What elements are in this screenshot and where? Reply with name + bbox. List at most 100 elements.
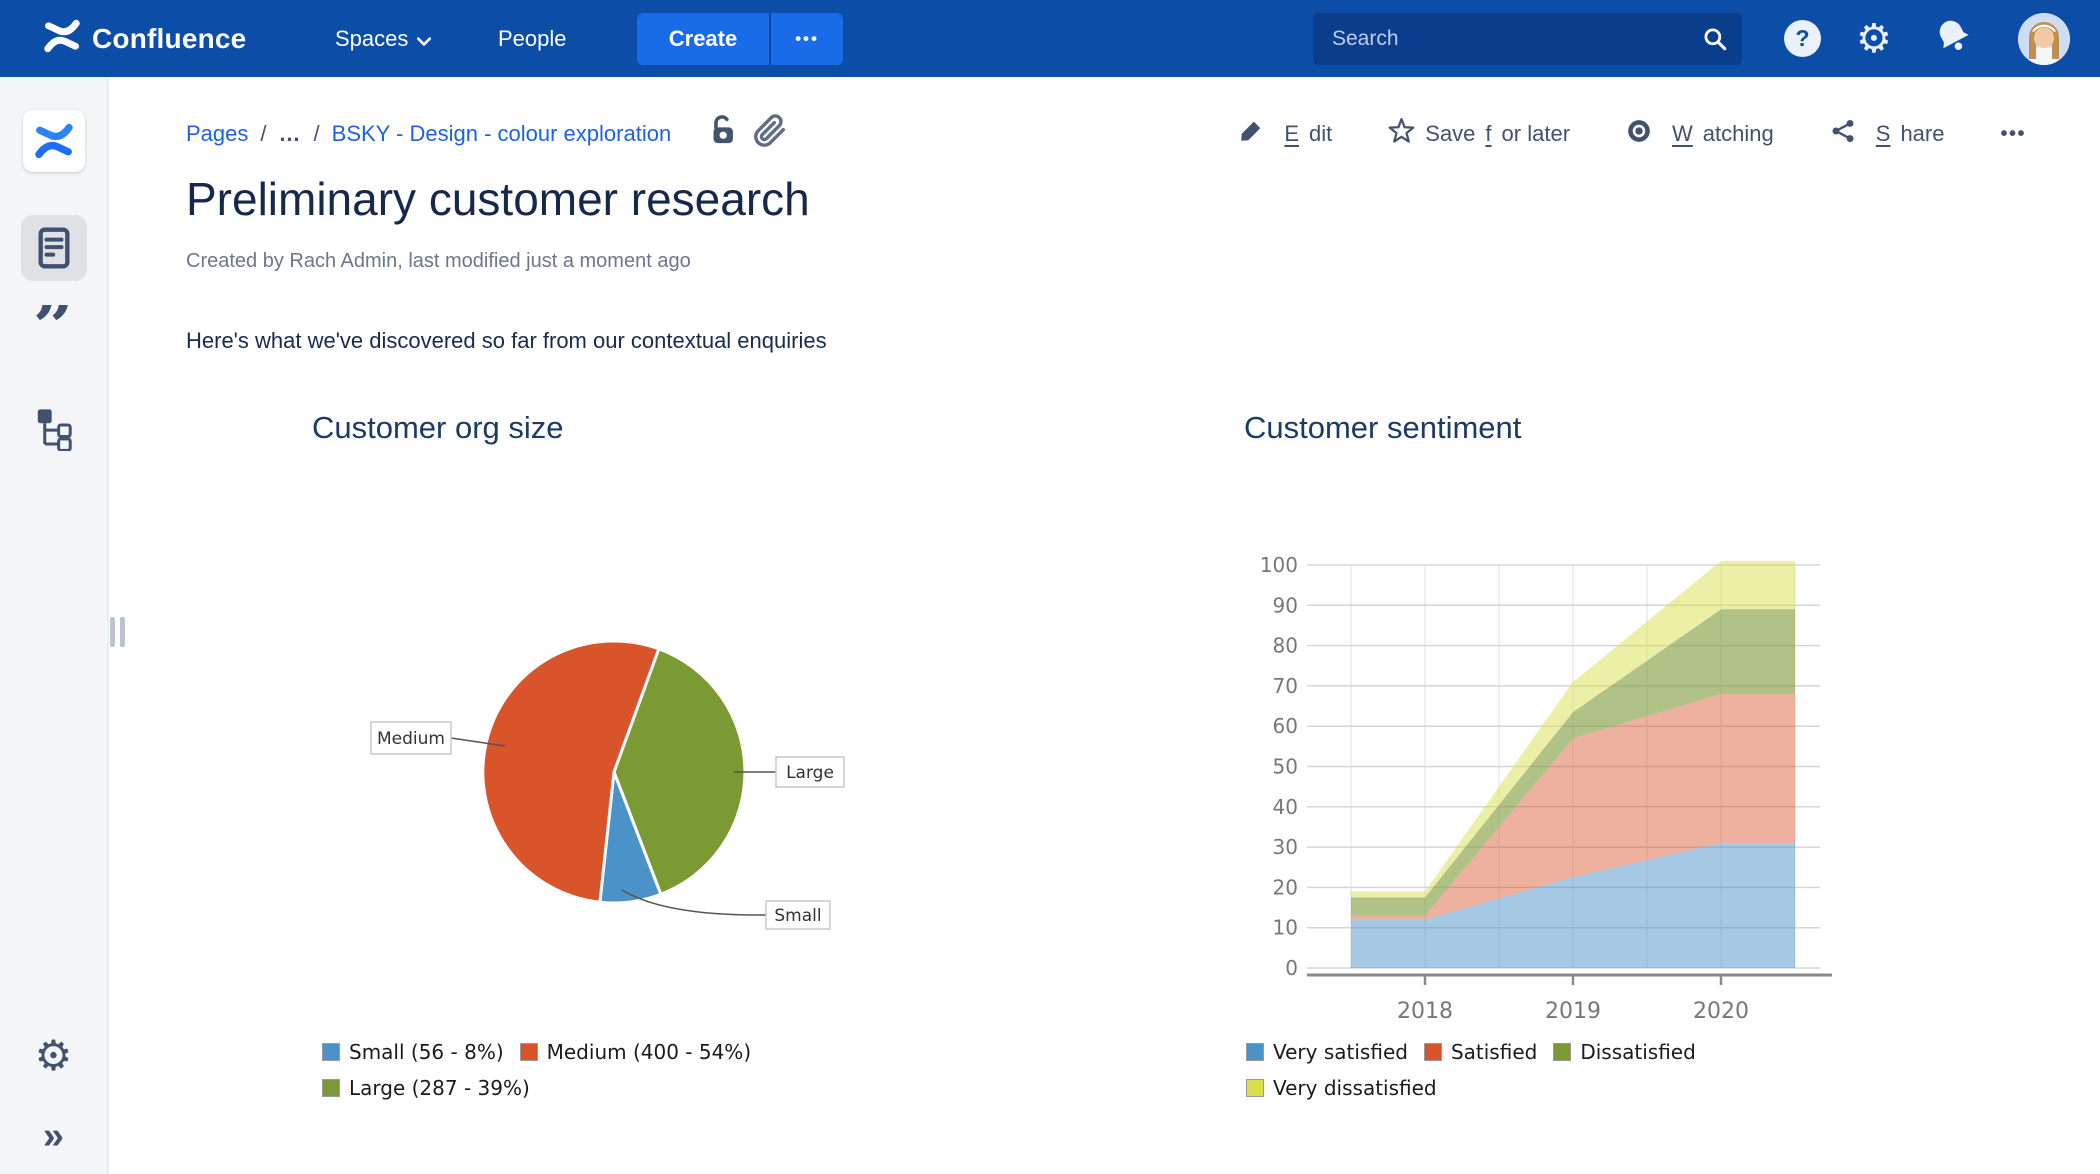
document-icon [20, 215, 87, 281]
legend-item: Very satisfied [1246, 1040, 1408, 1064]
breadcrumb-current-page-link[interactable]: BSKY - Design - colour exploration [332, 121, 672, 147]
notifications-button[interactable] [1934, 0, 1972, 77]
legend-label: Dissatisfied [1580, 1040, 1696, 1064]
paperclip-icon[interactable] [753, 113, 787, 155]
y-tick-label: 70 [1273, 674, 1298, 698]
quote-icon: ” [32, 305, 75, 355]
pencil-icon [1238, 118, 1264, 150]
area-chart-legend: Very satisfied Satisfied Dissatisfied Very … [1246, 1040, 1716, 1112]
x-tick-label: 2019 [1545, 999, 1601, 1024]
area-chart-title: Customer sentiment [1244, 410, 1522, 445]
legend-swatch [322, 1079, 340, 1097]
legend-item: Medium (400 - 54%) [519, 1040, 752, 1064]
share-button[interactable]: Share [1830, 118, 1944, 150]
legend-label: Large (287 - 39%) [349, 1076, 530, 1100]
hierarchy-icon [33, 407, 75, 456]
save-for-later-button[interactable]: Save f or later [1388, 117, 1570, 151]
breadcrumb-ellipsis[interactable]: … [279, 121, 302, 147]
create-split-button: Create ••• [637, 13, 843, 65]
callout-label: Small [774, 906, 821, 926]
star-icon [1388, 117, 1415, 151]
user-avatar[interactable] [2018, 0, 2070, 77]
legend-item: Small (56 - 8%) [322, 1040, 504, 1064]
people-label: People [498, 25, 567, 51]
sidebar-item-page-tree[interactable] [0, 407, 107, 456]
breadcrumb-pages-link[interactable]: Pages [186, 121, 248, 147]
legend-swatch [1246, 1043, 1264, 1061]
space-logo-button[interactable] [0, 110, 107, 172]
sidebar-resize-handle[interactable] [110, 617, 126, 647]
legend-swatch [1423, 1043, 1442, 1061]
space-settings-button[interactable]: ⚙ [0, 1035, 107, 1077]
brand-name: Confluence [92, 22, 247, 54]
gear-icon: ⚙ [34, 1031, 73, 1080]
watching-button[interactable]: Watching [1626, 118, 1774, 150]
sidebar-item-pages[interactable] [0, 215, 107, 281]
confluence-app: Confluence Spaces People Create ••• Sear… [0, 0, 2100, 1174]
y-tick-label: 20 [1273, 875, 1298, 899]
x-tick-label: 2020 [1693, 999, 1749, 1024]
top-navigation-bar: Confluence Spaces People Create ••• Sear… [0, 0, 2100, 77]
legend-item: Dissatisfied [1553, 1040, 1696, 1064]
create-more-button[interactable]: ••• [771, 13, 843, 65]
more-actions-button[interactable]: ••• [2000, 123, 2026, 146]
expand-sidebar-button[interactable]: » [0, 1117, 107, 1155]
double-chevron-right-icon: » [42, 1115, 65, 1157]
search-input[interactable] [1313, 13, 1702, 65]
legend-label: Very dissatisfied [1273, 1076, 1437, 1100]
unlock-icon[interactable] [705, 112, 739, 156]
bell-icon [1934, 17, 1972, 60]
stacked-area-chart: 0 10 20 30 40 50 60 70 80 90 100 2018 2019 2020 [1260, 553, 1832, 1024]
legend-label: Small (56 - 8%) [349, 1040, 504, 1064]
space-logo-icon [22, 110, 85, 172]
y-tick-label: 80 [1273, 634, 1298, 658]
y-tick-label: 10 [1273, 916, 1298, 940]
share-icon [1830, 118, 1856, 150]
create-button[interactable]: Create [637, 13, 769, 65]
breadcrumb: Pages / … / BSKY - Design - colour explo… [186, 112, 787, 156]
legend-swatch [1553, 1043, 1572, 1061]
legend-item: Large (287 - 39%) [322, 1076, 530, 1100]
search-icon[interactable] [1702, 26, 1728, 52]
legend-label: Satisfied [1450, 1040, 1538, 1064]
space-sidebar: ” ⚙ » [0, 77, 109, 1174]
y-tick-label: 30 [1273, 835, 1298, 859]
x-tick-label: 2018 [1397, 999, 1453, 1024]
y-tick-label: 90 [1273, 593, 1298, 617]
sidebar-item-blog[interactable]: ” [0, 305, 107, 355]
people-menu[interactable]: People [498, 0, 567, 77]
spaces-label: Spaces [335, 25, 409, 51]
pie-chart-title: Customer org size [312, 410, 564, 445]
legend-label: Medium (400 - 54%) [546, 1040, 752, 1064]
callout-label: Large [786, 763, 834, 783]
y-tick-label: 0 [1285, 956, 1298, 980]
avatar-image [2018, 12, 2070, 65]
legend-swatch [1246, 1079, 1264, 1097]
legend-swatch [519, 1043, 538, 1061]
breadcrumb-separator: / [260, 121, 267, 146]
page-actions: Edit Save f or later Watching S hare ••• [1238, 112, 2026, 156]
page-title: Preliminary customer research [186, 173, 810, 225]
confluence-home-link[interactable]: Confluence [44, 0, 246, 77]
settings-button[interactable]: ⚙ [1856, 0, 1892, 77]
legend-item: Very dissatisfied [1246, 1076, 1437, 1100]
edit-button[interactable]: Edit [1238, 118, 1332, 150]
intro-paragraph: Here's what we've discovered so far from… [186, 328, 827, 353]
legend-item: Satisfied [1423, 1040, 1538, 1064]
breadcrumb-separator: / [313, 121, 320, 146]
confluence-logo-icon [44, 18, 80, 59]
search-box [1313, 13, 1742, 65]
gear-icon: ⚙ [1856, 15, 1892, 62]
page-byline: Created by Rach Admin, last modified jus… [186, 250, 691, 272]
pie-chart-legend: Small (56 - 8%) Medium (400 - 54%) Large (… [322, 1040, 802, 1112]
y-tick-label: 50 [1273, 755, 1298, 779]
y-tick-label: 40 [1273, 795, 1298, 819]
y-tick-label: 60 [1273, 714, 1298, 738]
legend-label: Very satisfied [1273, 1040, 1408, 1064]
y-tick-label: 100 [1260, 553, 1298, 577]
help-button[interactable]: ? [1784, 0, 1821, 77]
question-mark-icon: ? [1784, 20, 1821, 57]
pie-chart: Medium Large Small [370, 639, 845, 930]
callout-label: Medium [377, 729, 445, 749]
spaces-menu[interactable]: Spaces [335, 0, 432, 77]
